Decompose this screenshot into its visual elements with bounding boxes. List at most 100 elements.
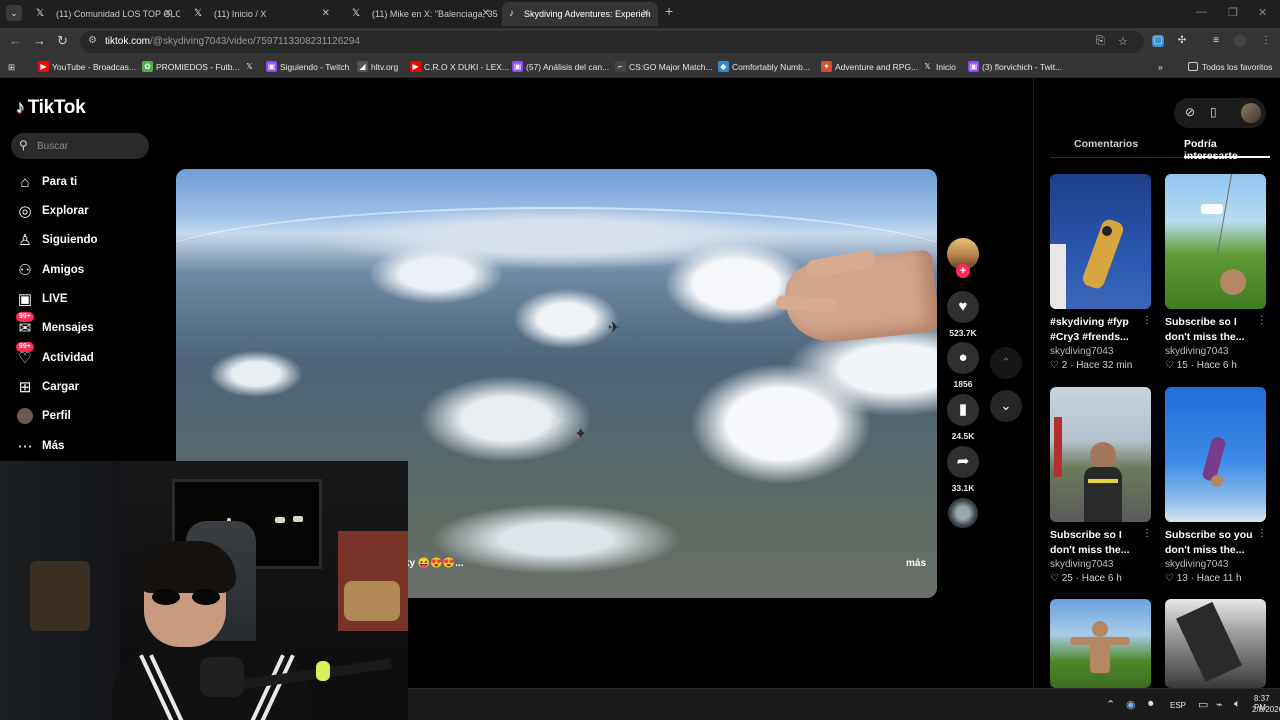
profile-avatar-icon	[16, 408, 34, 426]
nav-mas[interactable]: ⋯ Más	[16, 437, 156, 459]
forward-icon[interactable]: →	[33, 33, 46, 48]
nav-live[interactable]: ▣ LIVE	[16, 290, 156, 312]
media-control-icon[interactable]: ≡	[1210, 35, 1222, 47]
nav-perfil[interactable]: Perfil	[16, 407, 156, 429]
bookmark-x-inicio[interactable]: 𝕏 Inicio	[922, 60, 956, 74]
bookmark-x[interactable]: 𝕏	[244, 60, 258, 74]
network-icon[interactable]: ⌁	[1216, 698, 1223, 711]
card-meta: ♡ 15 · Hace 6 h	[1165, 360, 1237, 371]
youtube-icon: ▶	[38, 61, 49, 72]
minimize-icon[interactable]: —	[1196, 6, 1207, 18]
window-close-icon[interactable]: ✕	[1258, 6, 1267, 19]
card-author[interactable]: skydiving7043	[1165, 346, 1228, 357]
close-icon[interactable]: ✕	[322, 2, 330, 26]
bookmark-analisis[interactable]: ▣ (57) Análisis del can...	[512, 60, 609, 74]
nav-explorar[interactable]: ◎ Explorar	[16, 202, 156, 224]
card-author[interactable]: skydiving7043	[1165, 559, 1228, 570]
bookmark-csgo-major[interactable]: ⌐ CS:GO Major Match...	[615, 60, 713, 74]
close-icon[interactable]: ✕	[482, 2, 490, 26]
video-thumbnail[interactable]	[1050, 174, 1151, 309]
follow-plus-icon[interactable]: +	[956, 264, 970, 278]
clock-date[interactable]: 2/8/2026	[1252, 705, 1280, 714]
tab-search-menu-icon[interactable]: ⌄	[6, 5, 22, 21]
bookmark-comfortably-numb[interactable]: ◆ Comfortably Numb...	[718, 60, 810, 74]
card-author[interactable]: skydiving7043	[1050, 346, 1113, 357]
bookmark-youtube[interactable]: ▶ YouTube - Broadcas...	[38, 60, 136, 74]
more-options-icon[interactable]: ⋮	[1142, 315, 1152, 326]
like-heart-icon[interactable]: ♥	[947, 291, 979, 323]
bookmark-star-icon[interactable]: ☆	[1118, 35, 1128, 48]
all-bookmarks-folder[interactable]: Todos los favoritos	[1188, 60, 1272, 74]
reload-icon[interactable]: ↻	[57, 33, 68, 49]
video-thumbnail[interactable]	[1165, 174, 1266, 309]
address-bar[interactable]: ⚙ tiktok.com/@skydiving7043/video/759711…	[80, 31, 1144, 53]
user-avatar[interactable]	[1241, 103, 1261, 123]
back-icon[interactable]: ←	[9, 33, 22, 48]
close-icon[interactable]: ✕	[164, 2, 172, 26]
browser-tab-2[interactable]: 𝕏 (11) Inicio / X ✕	[184, 2, 338, 26]
bookmark-hltv[interactable]: ◢ hltv.org	[357, 60, 398, 74]
microphone-icon[interactable]: ⏺	[1148, 698, 1154, 711]
keyboard-language[interactable]: ESP	[1170, 701, 1186, 710]
caption-more-link[interactable]: más	[906, 558, 926, 569]
browser-tab-3[interactable]: 𝕏 (11) Mike en X: "Balenciaga, 35 ✕	[342, 2, 498, 26]
apps-grid-icon[interactable]: ⊞	[8, 60, 15, 74]
comment-bubble-icon[interactable]: ●	[947, 342, 979, 374]
video-thumbnail[interactable]	[1165, 599, 1266, 688]
video-thumbnail[interactable]	[1050, 387, 1151, 522]
messages-icon: ✉	[18, 320, 32, 337]
maximize-icon[interactable]: ❐	[1228, 6, 1238, 19]
site-info-icon[interactable]: ⚙	[88, 35, 97, 46]
next-video-chevron-down-icon[interactable]: ⌄	[990, 390, 1022, 422]
tiktok-note-icon: ♪	[16, 97, 25, 117]
video-thumbnail[interactable]	[1050, 599, 1151, 688]
tab-comentarios[interactable]: Comentarios	[1074, 138, 1138, 150]
more-bookmarks-chevron-icon[interactable]: »	[1158, 60, 1163, 74]
close-icon[interactable]: ✕	[642, 2, 650, 26]
nav-mensajes[interactable]: ✉ 99+ Mensajes	[16, 312, 156, 341]
tab-podria-interesarte[interactable]: Podría interesarte	[1184, 138, 1270, 162]
browser-tab-1[interactable]: 𝕏 (11) Comunidad LOS TOP GLOB ✕	[26, 2, 180, 26]
card-age: Hace 6 h	[1196, 360, 1237, 371]
video-thumbnail[interactable]	[1165, 387, 1266, 522]
more-options-icon[interactable]: ⋮	[1257, 315, 1267, 326]
more-options-icon[interactable]: ⋮	[1142, 528, 1152, 539]
browser-tab-4-active[interactable]: ♪ Skydiving Adventures: Experien ✕	[502, 2, 658, 26]
bookmark-cro-duki[interactable]: ▶ C.R.O X DUKI - LEX...	[410, 60, 509, 74]
bookmark-twitch-following[interactable]: ▣ Siguiendo - Twitch	[266, 60, 349, 74]
nav-amigos[interactable]: ⚇ Amigos	[16, 261, 156, 283]
x-logo-icon: 𝕏	[194, 8, 203, 19]
tiktok-logo[interactable]: ♪ TikTok	[16, 97, 86, 119]
nav-label: Actividad	[42, 352, 94, 364]
tray-chevron-up-icon[interactable]: ⌃	[1106, 698, 1115, 711]
music-disc-icon[interactable]	[948, 498, 978, 528]
browser-menu-icon[interactable]: ⋮	[1260, 35, 1272, 47]
card-likes: 13	[1176, 573, 1188, 584]
nav-para-ti[interactable]: ⌂ Para ti	[16, 173, 156, 195]
search-box[interactable]: ⚲	[11, 133, 149, 159]
bookmark-adventure-rpg[interactable]: ✦ Adventure and RPG...	[821, 60, 918, 74]
search-input[interactable]	[37, 137, 142, 155]
previous-video-chevron-up-icon[interactable]: ⌃	[990, 347, 1022, 379]
more-options-icon[interactable]: ⋮	[1257, 528, 1267, 539]
extensions-puzzle-icon[interactable]: ✣	[1176, 35, 1188, 47]
extension-icon[interactable]: ▢	[1152, 35, 1164, 47]
new-tab-icon[interactable]: +	[665, 3, 673, 19]
bookmark-icon[interactable]: ▮	[947, 394, 979, 426]
monitor-icon[interactable]: ▭	[1198, 698, 1208, 711]
youtube-icon: ▶	[410, 61, 421, 72]
phone-app-icon[interactable]: ▯	[1210, 105, 1217, 119]
nav-actividad[interactable]: ♡ 99+ Actividad	[16, 342, 156, 371]
bookmark-florvichich[interactable]: ▣ (3) florvichich - Twit...	[968, 60, 1062, 74]
profile-avatar-icon[interactable]	[1234, 35, 1246, 47]
nav-siguiendo[interactable]: ♙ Siguiendo	[16, 231, 156, 253]
install-app-icon[interactable]: ⎘	[1096, 35, 1105, 48]
notification-badge: 99+	[16, 342, 34, 352]
volume-icon[interactable]: 🔈︎	[1234, 698, 1241, 711]
steam-icon[interactable]: ◉	[1126, 698, 1136, 711]
nav-cargar[interactable]: ⊞ Cargar	[16, 378, 156, 400]
bookmark-promiedos[interactable]: ✿ PROMIEDOS - Futb...	[142, 60, 240, 74]
card-author[interactable]: skydiving7043	[1050, 559, 1113, 570]
share-arrow-icon[interactable]: ➦	[947, 446, 979, 478]
coins-icon[interactable]: ⊘	[1185, 105, 1195, 119]
